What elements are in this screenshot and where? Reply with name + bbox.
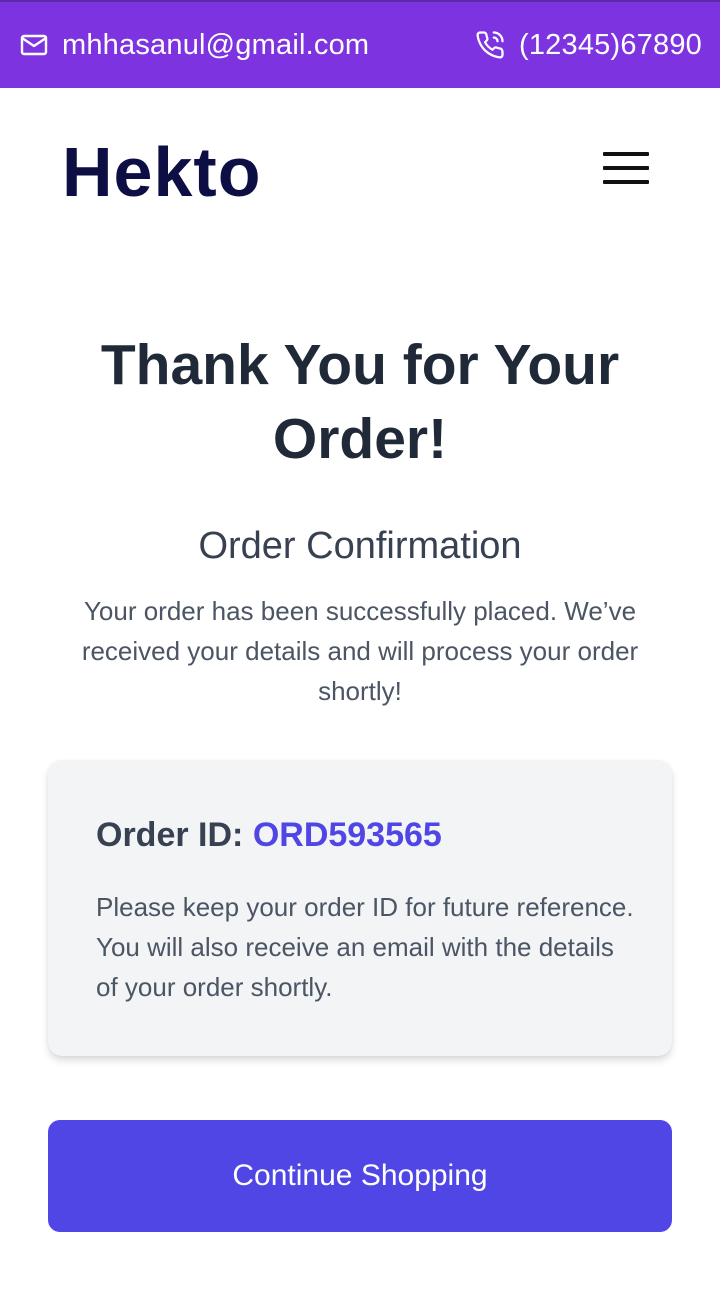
section-heading: Order Confirmation	[198, 525, 522, 567]
order-id-line: Order ID: ORD593565	[96, 812, 442, 858]
order-note: Please keep your order ID for future ref…	[96, 892, 634, 1002]
phone-text: (12345)67890	[519, 28, 702, 61]
top-contact-bar: mhhasanul@gmail.com (12345)67890	[0, 0, 720, 88]
phone-contact[interactable]: (12345)67890	[475, 29, 702, 62]
email-contact[interactable]: mhhasanul@gmail.com	[20, 29, 369, 62]
hamburger-menu-icon[interactable]	[603, 152, 649, 186]
continue-shopping-button[interactable]: Continue Shopping	[48, 1120, 672, 1232]
confirmation-message: Your order has been successfully placed.…	[81, 596, 639, 706]
menu-line	[603, 180, 649, 184]
order-id-value: ORD593565	[252, 816, 442, 854]
email-text: mhhasanul@gmail.com	[62, 28, 370, 61]
order-id-card: Order ID: ORD593565 Please keep your ord…	[48, 760, 672, 1056]
logo[interactable]: Hekto	[62, 132, 261, 212]
menu-line	[603, 166, 649, 170]
phone-call-icon	[475, 30, 505, 60]
order-confirmation-page: Thank You for Your Order! Order Confirma…	[0, 248, 720, 1306]
page-title: Thank You for Your Order!	[100, 333, 620, 471]
order-id-label: Order ID:	[96, 816, 244, 854]
site-header: Hekto	[0, 88, 720, 248]
mail-icon	[20, 34, 48, 56]
menu-line	[603, 152, 649, 156]
